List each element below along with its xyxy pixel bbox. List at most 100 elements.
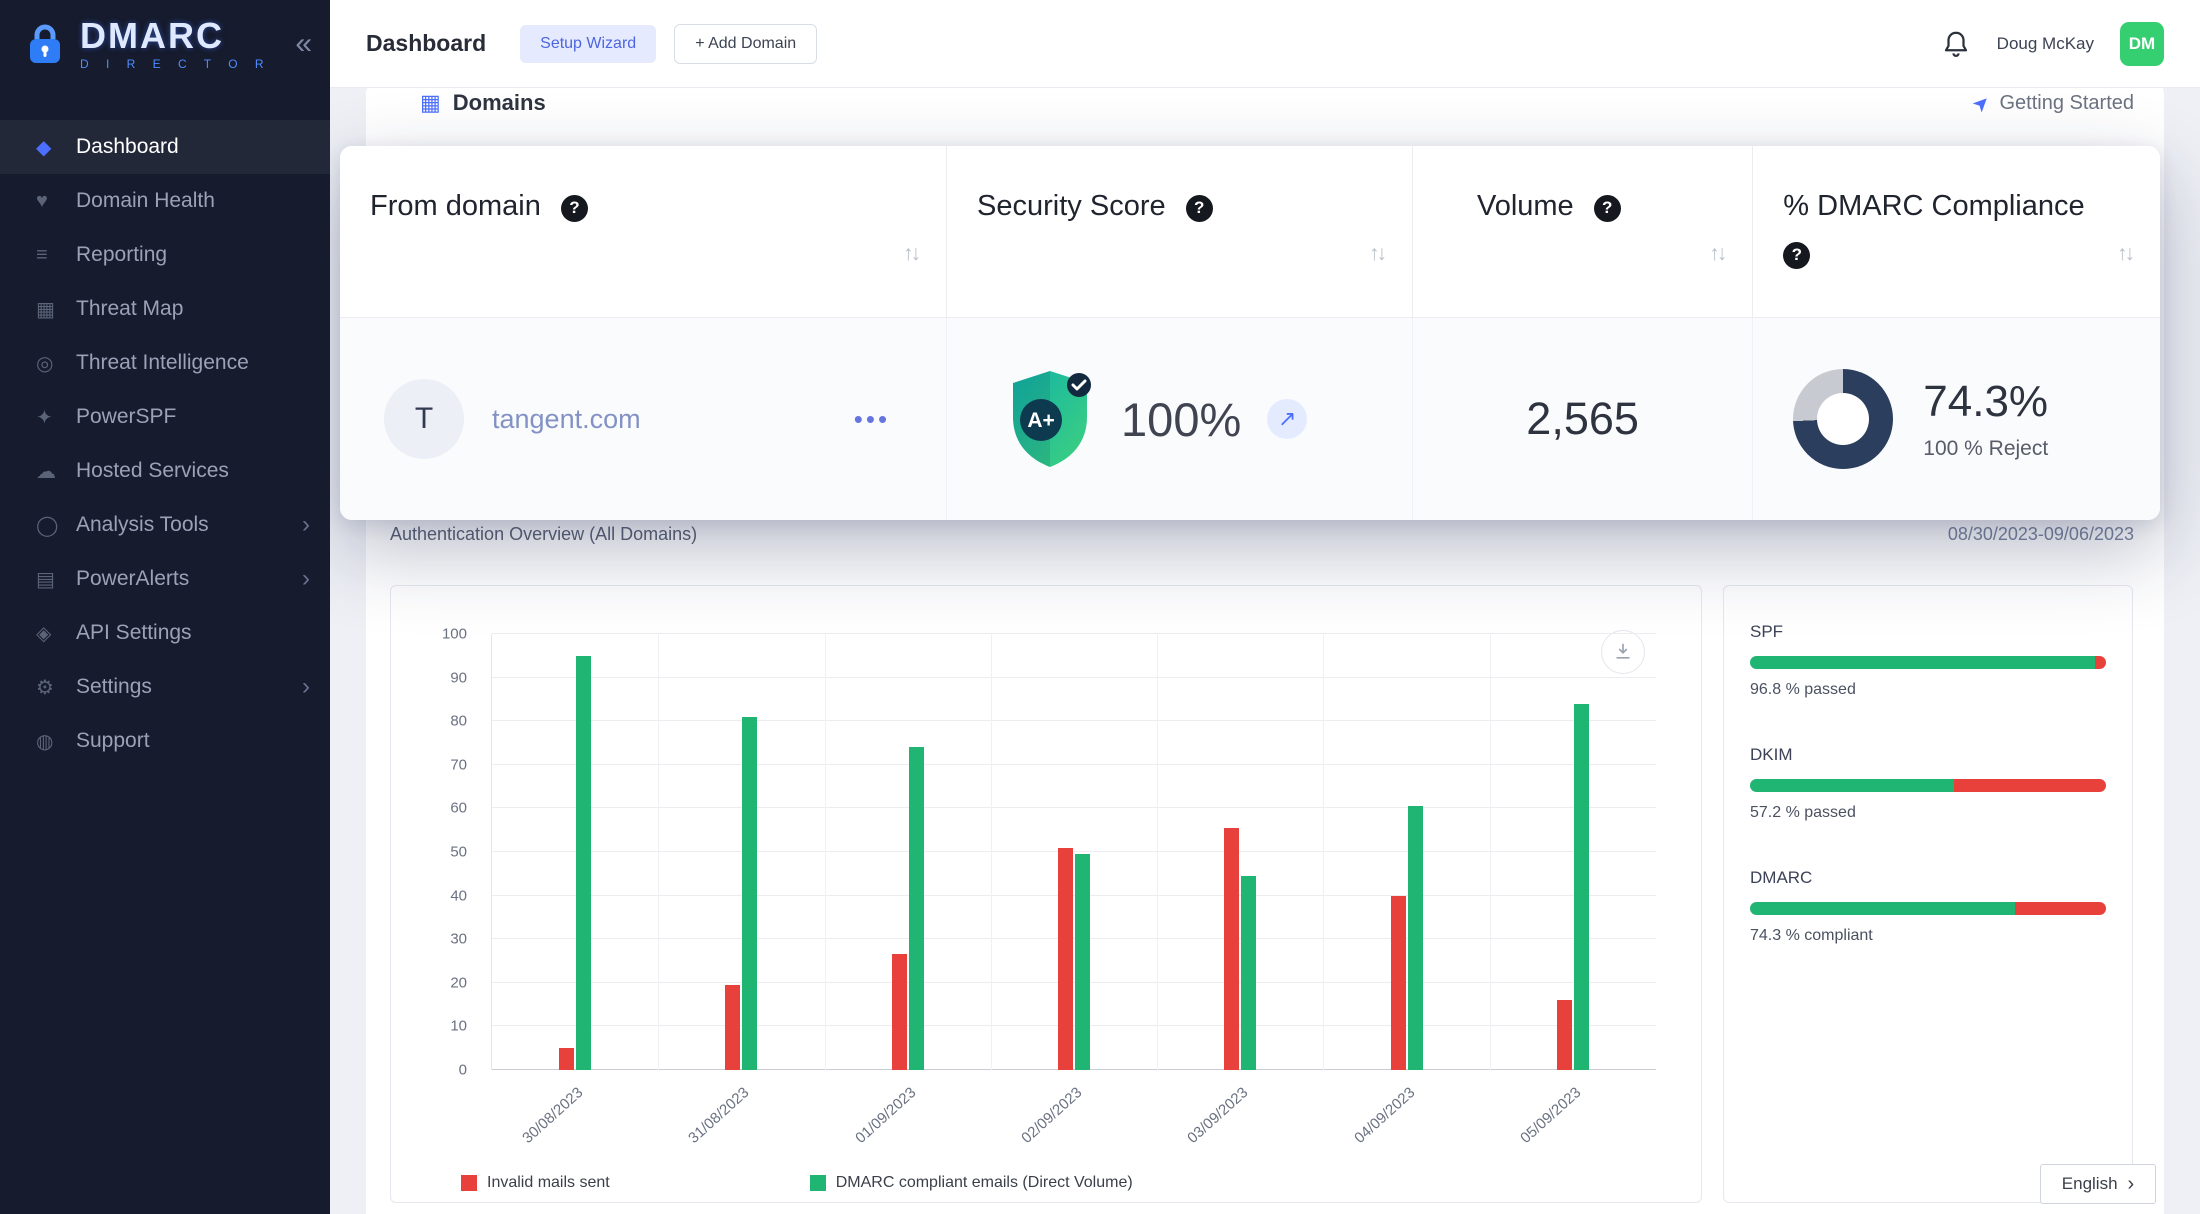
compliance-text-block: 74.3% 100 % Reject <box>1923 377 2048 461</box>
bar-fail-segment <box>2015 902 2106 915</box>
sidebar-item-analysis-tools[interactable]: ◯ Analysis Tools › <box>0 498 330 552</box>
bar-group <box>1490 634 1656 1070</box>
threat-intelligence-icon: ◎ <box>36 351 68 376</box>
bar[interactable] <box>1557 1000 1572 1070</box>
bar[interactable] <box>1574 704 1589 1070</box>
user-name[interactable]: Doug McKay <box>1997 34 2094 54</box>
logo-title: DMARC <box>80 18 295 54</box>
sidebar-item-support[interactable]: ◍ Support <box>0 714 330 768</box>
notification-bell-icon[interactable] <box>1941 29 1971 59</box>
bar[interactable] <box>1391 896 1406 1070</box>
threat-map-icon: ▦ <box>36 297 68 322</box>
topbar-right: Doug McKay DM <box>1941 22 2164 66</box>
summary-bar <box>1750 902 2106 915</box>
sidebar-item-settings[interactable]: ⚙ Settings › <box>0 660 330 714</box>
sort-icon[interactable]: ↑↓ <box>1709 242 1724 266</box>
y-tick-label: 0 <box>459 1062 467 1079</box>
y-tick-label: 60 <box>450 800 467 817</box>
summary-text: 57.2 % passed <box>1750 804 2106 822</box>
language-selector[interactable]: English › <box>2040 1164 2156 1204</box>
x-tick-label: 03/09/2023 <box>1184 1084 1251 1147</box>
sidebar-item-poweralerts[interactable]: ▤ PowerAlerts › <box>0 552 330 606</box>
x-tick-label: 31/08/2023 <box>686 1084 753 1147</box>
help-icon[interactable]: ? <box>561 195 588 222</box>
y-tick-label: 90 <box>450 669 467 686</box>
api-settings-icon: ◈ <box>36 621 68 646</box>
column-header-security-score[interactable]: Security Score ? ↑↓ <box>946 146 1412 317</box>
domain-health-icon: ♥ <box>36 190 68 213</box>
help-icon[interactable]: ? <box>1783 242 1810 269</box>
sidebar-item-domain-health[interactable]: ♥ Domain Health <box>0 174 330 228</box>
sidebar-item-powerspf[interactable]: ✦ PowerSPF <box>0 390 330 444</box>
sidebar-item-label: PowerSPF <box>76 405 176 429</box>
sidebar-item-dashboard[interactable]: ◆ Dashboard <box>0 120 330 174</box>
x-tick-label: 04/09/2023 <box>1351 1084 1418 1147</box>
setup-wizard-button[interactable]: Setup Wizard <box>520 25 656 63</box>
column-header-from-domain[interactable]: From domain ? ↑↓ <box>340 146 946 317</box>
x-tick-label: 01/09/2023 <box>852 1084 919 1147</box>
x-tick-label: 02/09/2023 <box>1018 1084 1085 1147</box>
legend-swatch <box>461 1175 477 1191</box>
help-icon[interactable]: ? <box>1186 195 1213 222</box>
security-grade-shield-icon: A+ <box>1005 369 1095 469</box>
legend-item-compliant[interactable]: DMARC compliant emails (Direct Volume) <box>810 1174 1133 1192</box>
column-header-dmarc-compliance[interactable]: % DMARC Compliance ? ↑↓ <box>1752 146 2160 317</box>
bar[interactable] <box>1075 854 1090 1070</box>
column-label: % DMARC Compliance <box>1783 190 2084 222</box>
help-icon[interactable]: ? <box>1594 195 1621 222</box>
y-tick-label: 50 <box>450 844 467 861</box>
column-header-volume[interactable]: Volume ? ↑↓ <box>1412 146 1752 317</box>
bar-pass-segment <box>1750 656 2095 669</box>
summary-text: 96.8 % passed <box>1750 681 2106 699</box>
bar[interactable] <box>1058 848 1073 1070</box>
auth-overview-title: Authentication Overview (All Domains) <box>390 524 697 545</box>
summary-label: SPF <box>1750 622 2106 642</box>
sidebar-item-label: Analysis Tools <box>76 513 209 537</box>
auth-overview-date-range[interactable]: 08/30/2023-09/06/2023 <box>1948 524 2134 545</box>
bar[interactable] <box>742 717 757 1070</box>
table-row[interactable]: T tangent.com ••• <box>340 318 2160 520</box>
compliance-note: 100 % Reject <box>1923 437 2048 461</box>
sort-icon[interactable]: ↑↓ <box>2117 242 2132 266</box>
open-score-link-icon[interactable]: ↗ <box>1267 399 1307 439</box>
y-tick-label: 20 <box>450 974 467 991</box>
sort-icon[interactable]: ↑↓ <box>1369 242 1384 266</box>
add-domain-button[interactable]: + Add Domain <box>674 24 817 64</box>
sidebar-item-hosted-services[interactable]: ☁ Hosted Services <box>0 444 330 498</box>
sidebar-nav: ◆ Dashboard ♥ Domain Health ≡ Reporting … <box>0 120 330 768</box>
domain-link[interactable]: tangent.com <box>492 404 641 435</box>
avatar[interactable]: DM <box>2120 22 2164 66</box>
bar-fail-segment <box>2095 656 2106 669</box>
chevron-right-icon: › <box>302 511 310 539</box>
sidebar-item-api-settings[interactable]: ◈ API Settings <box>0 606 330 660</box>
summary-label: DMARC <box>1750 868 2106 888</box>
legend-item-invalid[interactable]: Invalid mails sent <box>461 1174 610 1192</box>
sidebar-item-threat-map[interactable]: ▦ Threat Map <box>0 282 330 336</box>
summary-label: DKIM <box>1750 745 2106 765</box>
bar-fail-segment <box>1954 779 2106 792</box>
chevron-right-icon: › <box>302 565 310 593</box>
cell-volume: 2,565 <box>1412 318 1752 520</box>
bar[interactable] <box>559 1048 574 1070</box>
bar[interactable] <box>909 747 924 1070</box>
sidebar-item-threat-intelligence[interactable]: ◎ Threat Intelligence <box>0 336 330 390</box>
bar[interactable] <box>892 954 907 1070</box>
bar-group <box>991 634 1157 1070</box>
chart-plot: 30/08/202331/08/202301/09/202302/09/2023… <box>491 634 1656 1070</box>
app-root: DMARC D I R E C T O R « ◆ Dashboard ♥ Do… <box>0 0 2200 1214</box>
bar[interactable] <box>1224 828 1239 1070</box>
y-tick-label: 80 <box>450 713 467 730</box>
column-label: Volume <box>1477 190 1574 222</box>
security-score-value: 100% <box>1121 392 1241 447</box>
sidebar-collapse-icon[interactable]: « <box>295 29 312 59</box>
getting-started-link[interactable]: ➤ Getting Started <box>1973 91 2134 116</box>
bar[interactable] <box>1408 806 1423 1070</box>
sidebar-item-reporting[interactable]: ≡ Reporting <box>0 228 330 282</box>
lock-logo-icon <box>22 21 68 67</box>
bar[interactable] <box>1241 876 1256 1070</box>
bar-group <box>1157 634 1323 1070</box>
bar[interactable] <box>725 985 740 1070</box>
sort-icon[interactable]: ↑↓ <box>903 242 918 266</box>
bar[interactable] <box>576 656 591 1070</box>
row-actions-menu-icon[interactable]: ••• <box>854 404 890 435</box>
